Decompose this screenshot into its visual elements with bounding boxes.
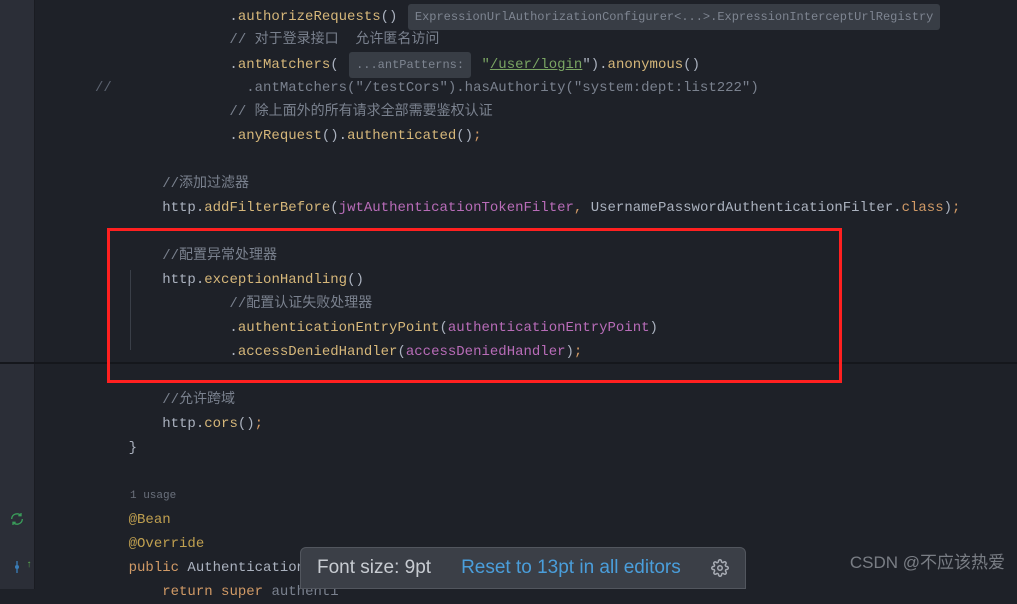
reset-font-link[interactable]: Reset to 13pt in all editors [461, 556, 681, 580]
code-line: http.cors(); [35, 412, 1017, 436]
code-line: .authorizeRequests() ExpressionUrlAuthor… [35, 4, 1017, 28]
code-line: http.exceptionHandling() [35, 268, 1017, 292]
font-size-label: Font size: 9pt [317, 556, 431, 580]
code-line: @Bean [35, 508, 1017, 532]
fold-guide [130, 270, 131, 350]
code-line: //添加过滤器 [35, 172, 1017, 196]
code-line: .accessDeniedHandler(accessDeniedHandler… [35, 340, 1017, 364]
code-line: } [35, 436, 1017, 460]
code-line: //配置认证失败处理器 [35, 292, 1017, 316]
hint-badge: ...antPatterns: [349, 52, 471, 78]
code-line: // .antMatchers("/testCors").hasAuthorit… [35, 76, 1017, 100]
usage-hint[interactable]: 1 usage [35, 484, 1017, 508]
gear-icon[interactable] [711, 559, 729, 577]
code-line: .anyRequest().authenticated(); [35, 124, 1017, 148]
selection-band [0, 362, 1017, 364]
code-line [35, 220, 1017, 244]
code-line: //配置异常处理器 [35, 244, 1017, 268]
code-line [35, 364, 1017, 388]
code-line [35, 460, 1017, 484]
hint-badge: ExpressionUrlAuthorizationConfigurer<...… [408, 4, 940, 30]
code-line: http.addFilterBefore(jwtAuthenticationTo… [35, 196, 1017, 220]
code-line [35, 148, 1017, 172]
code-editor[interactable]: .authorizeRequests() ExpressionUrlAuthor… [0, 0, 1017, 604]
code-line: // 对于登录接口 允许匿名访问 [35, 28, 1017, 52]
font-size-popup: Font size: 9pt Reset to 13pt in all edit… [300, 547, 746, 589]
code-line: // 除上面外的所有请求全部需要鉴权认证 [35, 100, 1017, 124]
code-line: //允许跨域 [35, 388, 1017, 412]
code-line: .antMatchers( ...antPatterns: "/user/log… [35, 52, 1017, 76]
code-line: .authenticationEntryPoint(authentication… [35, 316, 1017, 340]
watermark: CSDN @不应该热爱 [850, 551, 1005, 575]
